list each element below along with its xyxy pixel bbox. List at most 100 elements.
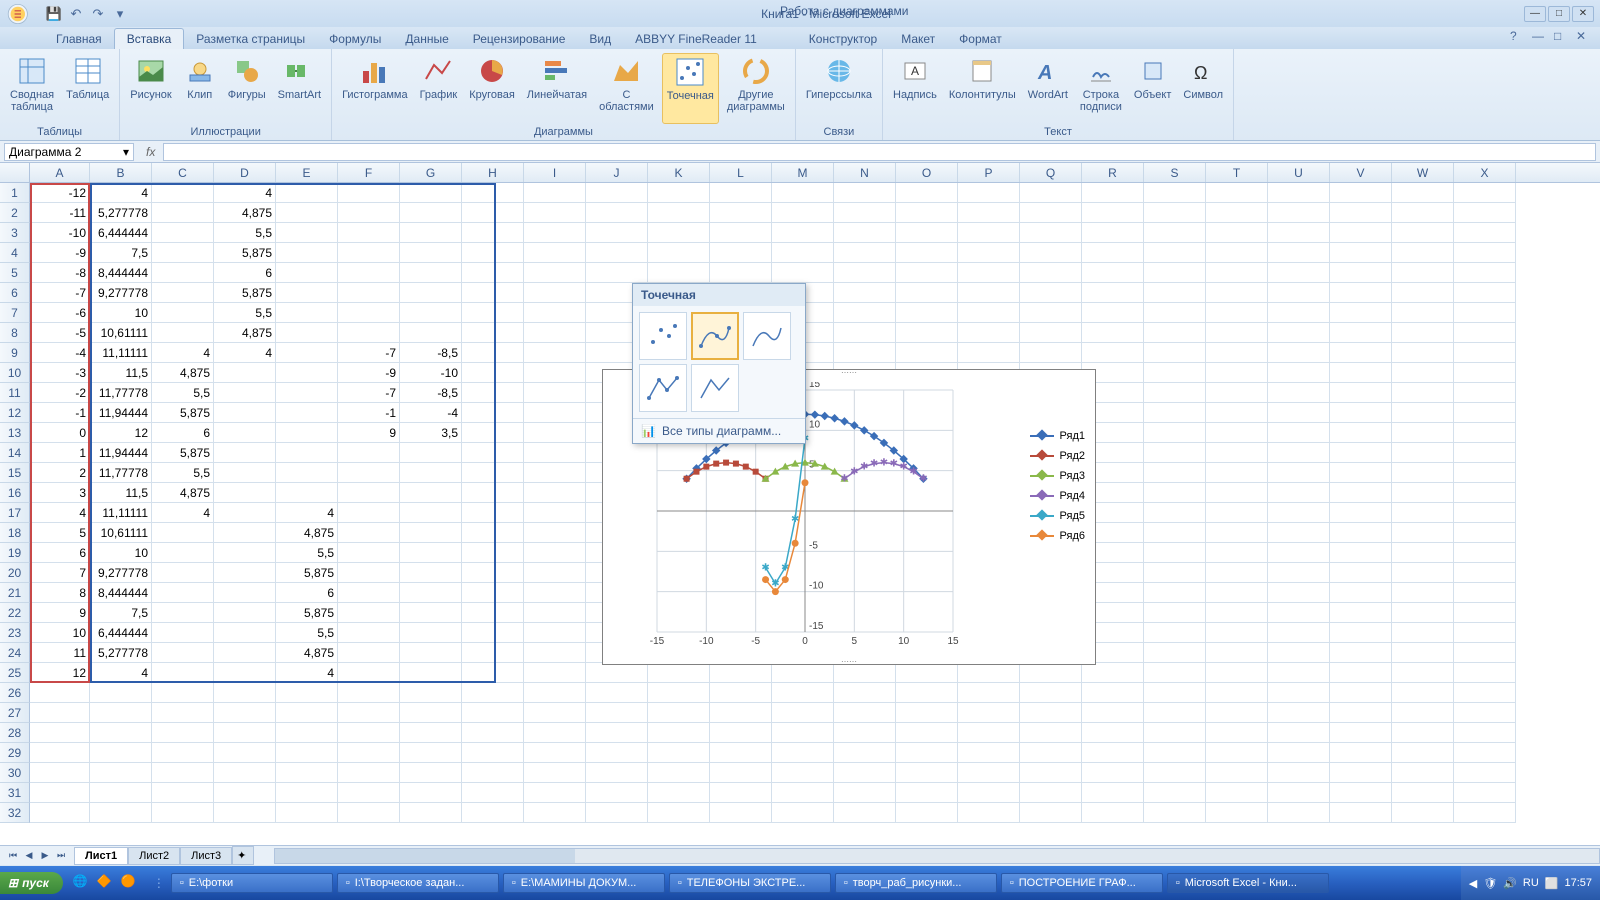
column-header[interactable]: B bbox=[90, 163, 152, 182]
cell[interactable]: 2 bbox=[30, 463, 90, 483]
cell[interactable] bbox=[1144, 763, 1206, 783]
cell[interactable] bbox=[648, 663, 710, 683]
cell[interactable] bbox=[400, 683, 462, 703]
cell[interactable] bbox=[462, 303, 524, 323]
cell[interactable] bbox=[1392, 383, 1454, 403]
row-header[interactable]: 17 bbox=[0, 503, 30, 523]
cell[interactable] bbox=[338, 463, 400, 483]
cell[interactable] bbox=[1206, 243, 1268, 263]
cell[interactable] bbox=[1392, 463, 1454, 483]
cell[interactable] bbox=[896, 323, 958, 343]
office-button[interactable] bbox=[0, 0, 42, 27]
cell[interactable] bbox=[338, 443, 400, 463]
cell[interactable] bbox=[400, 303, 462, 323]
row-header[interactable]: 29 bbox=[0, 743, 30, 763]
cell[interactable] bbox=[648, 683, 710, 703]
cell[interactable] bbox=[524, 803, 586, 823]
cell[interactable] bbox=[400, 603, 462, 623]
cell[interactable] bbox=[214, 603, 276, 623]
cell[interactable] bbox=[1454, 403, 1516, 423]
cell[interactable] bbox=[1392, 323, 1454, 343]
cell[interactable]: 7 bbox=[30, 563, 90, 583]
cell[interactable] bbox=[772, 263, 834, 283]
cell[interactable] bbox=[1082, 223, 1144, 243]
row-header[interactable]: 25 bbox=[0, 663, 30, 683]
hyperlink-button[interactable]: Гиперссылка bbox=[802, 53, 876, 124]
cell[interactable] bbox=[1454, 203, 1516, 223]
cell[interactable] bbox=[1268, 603, 1330, 623]
wordart-button[interactable]: AWordArt bbox=[1024, 53, 1072, 124]
cell[interactable] bbox=[214, 563, 276, 583]
cell[interactable] bbox=[152, 203, 214, 223]
cell[interactable]: 11,11111 bbox=[90, 503, 152, 523]
cell[interactable] bbox=[276, 743, 338, 763]
row-header[interactable]: 28 bbox=[0, 723, 30, 743]
cell[interactable]: 5,5 bbox=[152, 463, 214, 483]
cell[interactable] bbox=[1020, 343, 1082, 363]
cell[interactable] bbox=[462, 343, 524, 363]
cell[interactable] bbox=[1454, 523, 1516, 543]
row-header[interactable]: 20 bbox=[0, 563, 30, 583]
cell[interactable] bbox=[1082, 183, 1144, 203]
row-header[interactable]: 18 bbox=[0, 523, 30, 543]
cell[interactable] bbox=[1268, 723, 1330, 743]
cell[interactable]: -1 bbox=[30, 403, 90, 423]
cell[interactable]: -11 bbox=[30, 203, 90, 223]
cell[interactable] bbox=[834, 203, 896, 223]
cell[interactable] bbox=[1082, 343, 1144, 363]
cell[interactable] bbox=[524, 703, 586, 723]
cell[interactable]: 5,875 bbox=[152, 403, 214, 423]
cell[interactable] bbox=[1206, 763, 1268, 783]
cell[interactable] bbox=[1206, 643, 1268, 663]
cell[interactable]: -4 bbox=[30, 343, 90, 363]
cell[interactable] bbox=[462, 243, 524, 263]
column-header[interactable]: P bbox=[958, 163, 1020, 182]
cell[interactable] bbox=[1268, 563, 1330, 583]
cell[interactable] bbox=[586, 683, 648, 703]
cell[interactable] bbox=[1330, 463, 1392, 483]
cell[interactable] bbox=[1392, 683, 1454, 703]
cell[interactable]: 5,5 bbox=[152, 383, 214, 403]
cell[interactable]: -9 bbox=[338, 363, 400, 383]
cell[interactable] bbox=[524, 623, 586, 643]
cell[interactable] bbox=[338, 183, 400, 203]
cell[interactable]: 10,61111 bbox=[90, 523, 152, 543]
cell[interactable] bbox=[214, 363, 276, 383]
cell[interactable]: 5,875 bbox=[276, 603, 338, 623]
taskbar-task[interactable]: ▫ПОСТРОЕНИЕ ГРАФ... bbox=[1001, 873, 1163, 893]
cell[interactable] bbox=[90, 743, 152, 763]
cell[interactable] bbox=[30, 723, 90, 743]
tab-abbyy[interactable]: ABBYY FineReader 11 bbox=[623, 29, 769, 49]
cell[interactable]: 8 bbox=[30, 583, 90, 603]
sheet-tab-2[interactable]: Лист2 bbox=[128, 847, 180, 865]
cell[interactable] bbox=[1020, 703, 1082, 723]
cell[interactable] bbox=[152, 723, 214, 743]
cell[interactable] bbox=[772, 703, 834, 723]
cell[interactable] bbox=[524, 603, 586, 623]
cell[interactable] bbox=[524, 343, 586, 363]
taskbar-task[interactable]: ▫E:\фотки bbox=[171, 873, 333, 893]
cell[interactable]: 10 bbox=[90, 543, 152, 563]
row-header[interactable]: 5 bbox=[0, 263, 30, 283]
cell[interactable] bbox=[772, 683, 834, 703]
cell[interactable] bbox=[338, 763, 400, 783]
cell[interactable] bbox=[648, 203, 710, 223]
cell[interactable] bbox=[524, 563, 586, 583]
cell[interactable] bbox=[1206, 583, 1268, 603]
cell[interactable] bbox=[710, 183, 772, 203]
column-header[interactable]: E bbox=[276, 163, 338, 182]
cell[interactable] bbox=[1392, 243, 1454, 263]
cell[interactable] bbox=[214, 783, 276, 803]
cell[interactable] bbox=[1144, 783, 1206, 803]
cell[interactable]: -6 bbox=[30, 303, 90, 323]
cell[interactable] bbox=[896, 703, 958, 723]
tab-home[interactable]: Главная bbox=[44, 29, 114, 49]
row-header[interactable]: 4 bbox=[0, 243, 30, 263]
cell[interactable] bbox=[1268, 463, 1330, 483]
cell[interactable] bbox=[524, 663, 586, 683]
line-chart-button[interactable]: График bbox=[416, 53, 462, 124]
cell[interactable] bbox=[462, 463, 524, 483]
cell[interactable] bbox=[338, 483, 400, 503]
cell[interactable] bbox=[338, 783, 400, 803]
cell[interactable] bbox=[152, 543, 214, 563]
